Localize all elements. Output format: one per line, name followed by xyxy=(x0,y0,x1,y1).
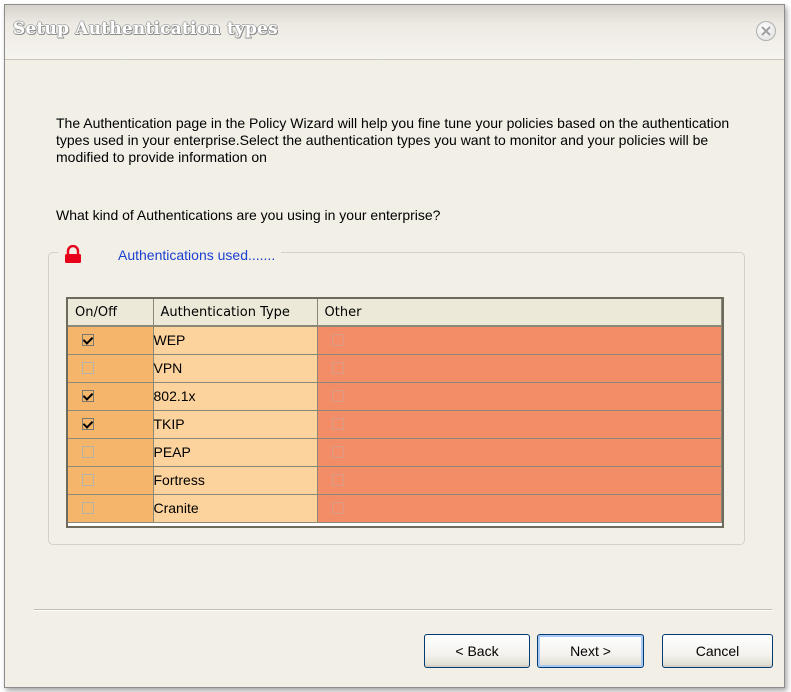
other-checkbox[interactable] xyxy=(331,390,344,402)
other-checkbox[interactable] xyxy=(331,362,344,374)
other-cell xyxy=(317,354,722,383)
back-button[interactable]: < Back xyxy=(424,634,530,668)
table-row: VPN xyxy=(68,354,722,383)
other-checkbox[interactable] xyxy=(331,474,344,486)
next-button[interactable]: Next > xyxy=(537,634,644,668)
cancel-button[interactable]: Cancel xyxy=(662,634,773,668)
other-cell xyxy=(317,382,722,411)
onoff-cell xyxy=(68,438,154,467)
footer-separator xyxy=(34,609,772,611)
onoff-cell xyxy=(68,410,154,439)
table-row: 802.1x xyxy=(68,382,722,411)
groupbox-label: Authentications used....... xyxy=(118,247,276,263)
groupbox-legend: Authentications used....... xyxy=(58,244,282,266)
other-cell xyxy=(317,438,722,467)
authentication-type-cell: Cranite xyxy=(153,494,318,523)
other-cell xyxy=(317,466,722,495)
other-cell xyxy=(317,494,722,523)
onoff-checkbox[interactable] xyxy=(82,390,94,402)
authentication-type-cell: TKIP xyxy=(153,410,318,439)
onoff-checkbox[interactable] xyxy=(82,474,94,486)
table-row: Fortress xyxy=(68,466,722,495)
window-title: Setup Authentication types xyxy=(13,19,278,39)
onoff-checkbox[interactable] xyxy=(82,502,94,514)
table-row: PEAP xyxy=(68,438,722,467)
column-header-other[interactable]: Other xyxy=(317,299,722,327)
onoff-checkbox[interactable] xyxy=(82,418,94,430)
authentication-type-cell: VPN xyxy=(153,354,318,383)
question-text: What kind of Authentications are you usi… xyxy=(56,207,441,223)
table-header-row: On/Off Authentication Type Other xyxy=(68,299,722,327)
onoff-cell xyxy=(68,382,154,411)
authentication-type-cell: 802.1x xyxy=(153,382,318,411)
authentication-type-cell: Fortress xyxy=(153,466,318,495)
onoff-cell xyxy=(68,466,154,495)
onoff-cell xyxy=(68,494,154,523)
authentication-type-cell: PEAP xyxy=(153,438,318,467)
authentication-table: On/Off Authentication Type Other WEP VPN 8… xyxy=(68,299,722,523)
close-icon xyxy=(761,26,771,36)
other-cell xyxy=(317,410,722,439)
onoff-checkbox[interactable] xyxy=(82,362,94,374)
table-row: Cranite xyxy=(68,494,722,523)
onoff-cell xyxy=(68,326,154,355)
other-checkbox[interactable] xyxy=(331,446,344,458)
authentication-type-cell: WEP xyxy=(153,326,318,355)
intro-text: The Authentication page in the Policy Wi… xyxy=(56,115,730,165)
close-button[interactable] xyxy=(756,21,776,41)
other-checkbox[interactable] xyxy=(331,334,344,347)
authentication-grid: On/Off Authentication Type Other WEP VPN 8… xyxy=(66,297,724,528)
column-header-authentication-type[interactable]: Authentication Type xyxy=(153,299,318,327)
onoff-checkbox[interactable] xyxy=(82,446,94,458)
other-checkbox[interactable] xyxy=(331,418,344,430)
onoff-cell xyxy=(68,354,154,383)
other-checkbox[interactable] xyxy=(331,502,344,514)
other-cell xyxy=(317,326,722,355)
table-row: TKIP xyxy=(68,410,722,439)
lock-icon xyxy=(62,244,84,265)
title-bar[interactable]: Setup Authentication types xyxy=(5,5,784,60)
column-header-onoff[interactable]: On/Off xyxy=(68,299,154,327)
table-row: WEP xyxy=(68,326,722,355)
onoff-checkbox[interactable] xyxy=(82,334,94,347)
